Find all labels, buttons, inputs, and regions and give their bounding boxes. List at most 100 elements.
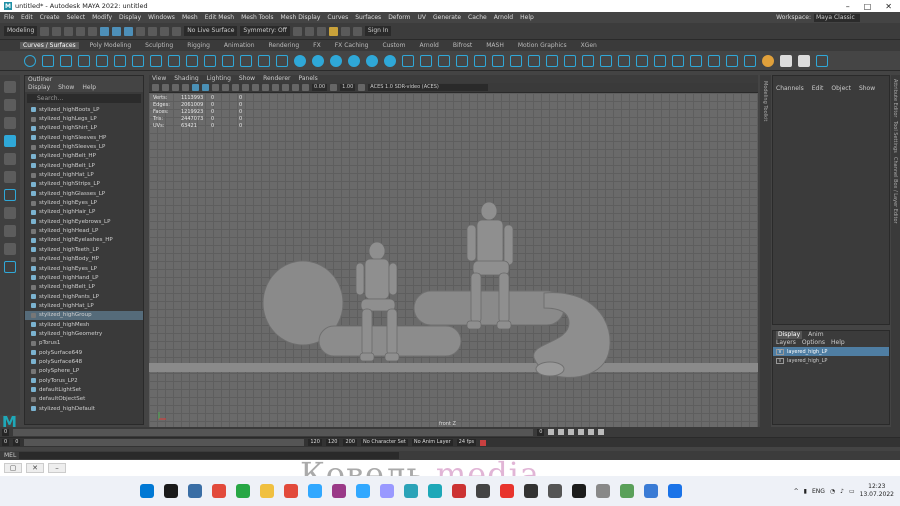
clock[interactable]: 12:23 13.07.2022 xyxy=(860,483,894,499)
nurbs-torus-icon[interactable] xyxy=(384,54,396,67)
taskbar-app-icon[interactable] xyxy=(308,484,322,498)
outliner-item[interactable]: stylized_highHead_LP xyxy=(25,226,143,235)
taskbar-app-icon[interactable] xyxy=(500,484,514,498)
menu-arnold[interactable]: Arnold xyxy=(494,14,513,21)
snap-grid-icon[interactable] xyxy=(136,26,146,36)
channel-menu-show[interactable]: Show xyxy=(859,84,875,94)
curve-detach-icon[interactable] xyxy=(204,54,216,67)
nurbs-cone-icon[interactable] xyxy=(348,54,360,67)
redo-icon[interactable] xyxy=(88,26,98,36)
nurbs-plane-icon[interactable] xyxy=(366,54,378,67)
shelf-tab-bifrost[interactable]: Bifrost xyxy=(450,42,475,49)
fps-select[interactable]: 24 fps xyxy=(456,439,477,446)
taskbar-app-icon[interactable] xyxy=(668,484,682,498)
time-start-field[interactable]: 0 xyxy=(2,428,10,436)
taskbar-app-icon[interactable] xyxy=(188,484,202,498)
menu-uv[interactable]: UV xyxy=(418,14,427,21)
menu-deform[interactable]: Deform xyxy=(388,14,410,21)
shelf-tab-arnold[interactable]: Arnold xyxy=(416,42,441,49)
nurbs-square-icon[interactable] xyxy=(42,54,54,67)
outliner-menu-display[interactable]: Display xyxy=(28,84,50,92)
open-close-icon[interactable] xyxy=(672,54,684,67)
window-restore-icon[interactable]: ▢ xyxy=(4,463,22,473)
layer-menu-options[interactable]: Options xyxy=(802,339,825,347)
outliner-item[interactable]: stylized_highBelt_LP xyxy=(25,161,143,170)
close-button[interactable]: ✕ xyxy=(885,2,892,11)
outliner-item[interactable]: stylized_highSleeves_HP xyxy=(25,133,143,142)
menu-windows[interactable]: Windows xyxy=(148,14,175,21)
taskbar-app-icon[interactable] xyxy=(644,484,658,498)
square-surface-icon[interactable] xyxy=(510,54,522,67)
curve-insert-knot-icon[interactable] xyxy=(222,54,234,67)
language-indicator[interactable]: ENG xyxy=(812,488,825,495)
window-minimize-icon[interactable]: – xyxy=(48,463,66,473)
taskbar-app-icon[interactable] xyxy=(476,484,490,498)
outliner-item[interactable]: stylized_highHand_LP xyxy=(25,273,143,282)
menu-create[interactable]: Create xyxy=(40,14,60,21)
step-forward-icon[interactable] xyxy=(588,429,595,435)
select-object-icon[interactable] xyxy=(112,26,122,36)
outliner-item[interactable]: stylized_highHat_LP xyxy=(25,301,143,310)
nurbs-cylinder-icon[interactable] xyxy=(330,54,342,67)
perspective-outliner-icon[interactable] xyxy=(4,243,16,255)
symmetry-select[interactable]: Symmetry: Off xyxy=(240,26,290,36)
outliner-item[interactable]: stylized_highEyelashes_HP xyxy=(25,236,143,245)
range-end-field[interactable]: 120 xyxy=(325,439,340,446)
menu-curves[interactable]: Curves xyxy=(327,14,348,21)
auto-key-icon[interactable] xyxy=(480,439,487,446)
play-back-icon[interactable] xyxy=(568,429,575,435)
viewport-menu-lighting[interactable]: Lighting xyxy=(207,75,231,83)
tab-tool-settings[interactable]: Tool Settings xyxy=(892,121,898,153)
viewport-menu-panels[interactable]: Panels xyxy=(298,75,317,83)
outliner-item[interactable]: stylized_highGlasses_LP xyxy=(25,189,143,198)
arnold-render-icon[interactable] xyxy=(352,26,362,36)
range-max-field[interactable]: 200 xyxy=(343,439,358,446)
offset-surface-icon[interactable] xyxy=(726,54,738,67)
3d-viewport[interactable]: Verts: 1113993 0 0 Edges: 2061009 0 0 Faces: 12… xyxy=(149,93,758,427)
shelf-tab-mash[interactable]: MASH xyxy=(483,42,507,49)
curve-fillet-icon[interactable] xyxy=(258,54,270,67)
minimize-button[interactable]: – xyxy=(846,2,850,11)
outliner-item[interactable]: stylized_highHat_LP xyxy=(25,170,143,179)
trim-icon[interactable] xyxy=(582,54,594,67)
range-start-field[interactable]: 0 xyxy=(2,439,10,446)
insert-isoparm-icon[interactable] xyxy=(690,54,702,67)
rotate-tool-icon[interactable] xyxy=(4,153,16,165)
outliner-menu-help[interactable]: Help xyxy=(82,84,96,92)
wifi-icon[interactable]: ◔ xyxy=(830,488,835,495)
shelf-tab-rigging[interactable]: Rigging xyxy=(184,42,213,49)
outliner-item[interactable]: polySurface649 xyxy=(25,348,143,357)
shelf-tab-curves-surfaces[interactable]: Curves / Surfaces xyxy=(20,42,79,49)
maximize-button[interactable]: □ xyxy=(864,2,872,11)
bookmark-icon[interactable] xyxy=(162,84,169,91)
history-icon[interactable] xyxy=(292,26,302,36)
curve-cut-icon[interactable] xyxy=(276,54,288,67)
layer-tab-display[interactable]: Display xyxy=(776,331,803,339)
taskbar-app-icon[interactable] xyxy=(524,484,538,498)
taskbar-app-icon[interactable] xyxy=(428,484,442,498)
extrude-icon[interactable] xyxy=(456,54,468,67)
outliner-item[interactable]: pTorus1 xyxy=(25,339,143,348)
align-surface-icon[interactable] xyxy=(654,54,666,67)
curve-rebuild-icon[interactable] xyxy=(150,54,162,67)
taskbar-app-icon[interactable] xyxy=(284,484,298,498)
shelf-tab-fx[interactable]: FX xyxy=(310,42,324,49)
outliner-item[interactable]: stylized_highGeometry xyxy=(25,329,143,338)
taskbar-app-icon[interactable] xyxy=(404,484,418,498)
ipr-icon[interactable] xyxy=(316,26,326,36)
viewport-menu-show[interactable]: Show xyxy=(239,75,255,83)
menu-surfaces[interactable]: Surfaces xyxy=(355,14,381,21)
shelf-tab-motion-graphics[interactable]: Motion Graphics xyxy=(515,42,570,49)
menu-help[interactable]: Help xyxy=(520,14,534,21)
step-back-icon[interactable] xyxy=(558,429,565,435)
layer-row[interactable]: V layered_high_LP xyxy=(773,347,889,356)
outliner-item[interactable]: stylized_highShirt_LP xyxy=(25,124,143,133)
layer-menu-help[interactable]: Help xyxy=(831,339,845,347)
menu-edit-mesh[interactable]: Edit Mesh xyxy=(205,14,234,21)
snap-curve-icon[interactable] xyxy=(148,26,158,36)
layer-visibility-toggle[interactable]: V xyxy=(776,357,784,364)
taskbar-app-icon[interactable] xyxy=(548,484,562,498)
outliner-item[interactable]: stylized_highBelt_HP xyxy=(25,152,143,161)
exposure-field[interactable]: 0.00 xyxy=(312,84,328,91)
shelf-tab-animation[interactable]: Animation xyxy=(221,42,258,49)
